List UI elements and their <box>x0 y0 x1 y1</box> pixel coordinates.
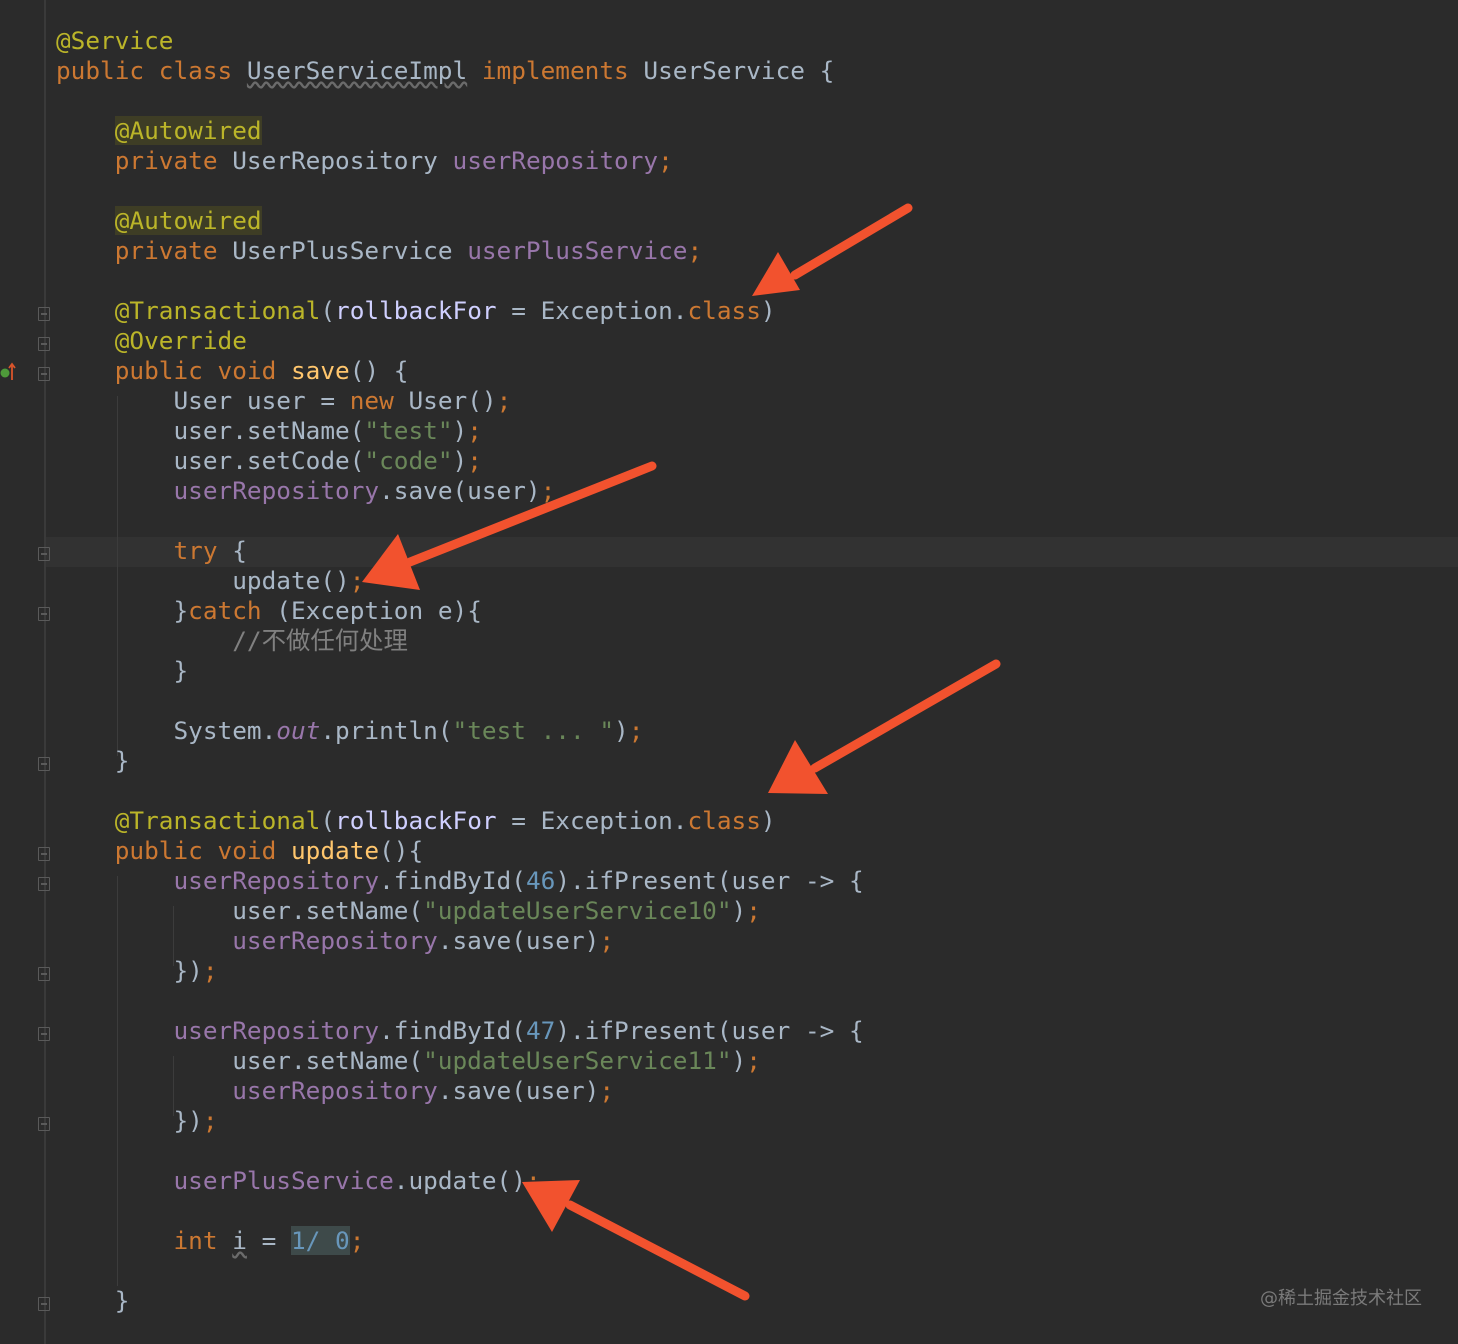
arrow-3 <box>768 659 1001 794</box>
arrow-2 <box>362 461 657 590</box>
annotation-arrows <box>362 203 1001 1301</box>
arrow-4 <box>522 1180 750 1301</box>
watermark: @稀土掘金技术社区 <box>1260 1288 1422 1309</box>
arrow-1 <box>752 203 913 296</box>
